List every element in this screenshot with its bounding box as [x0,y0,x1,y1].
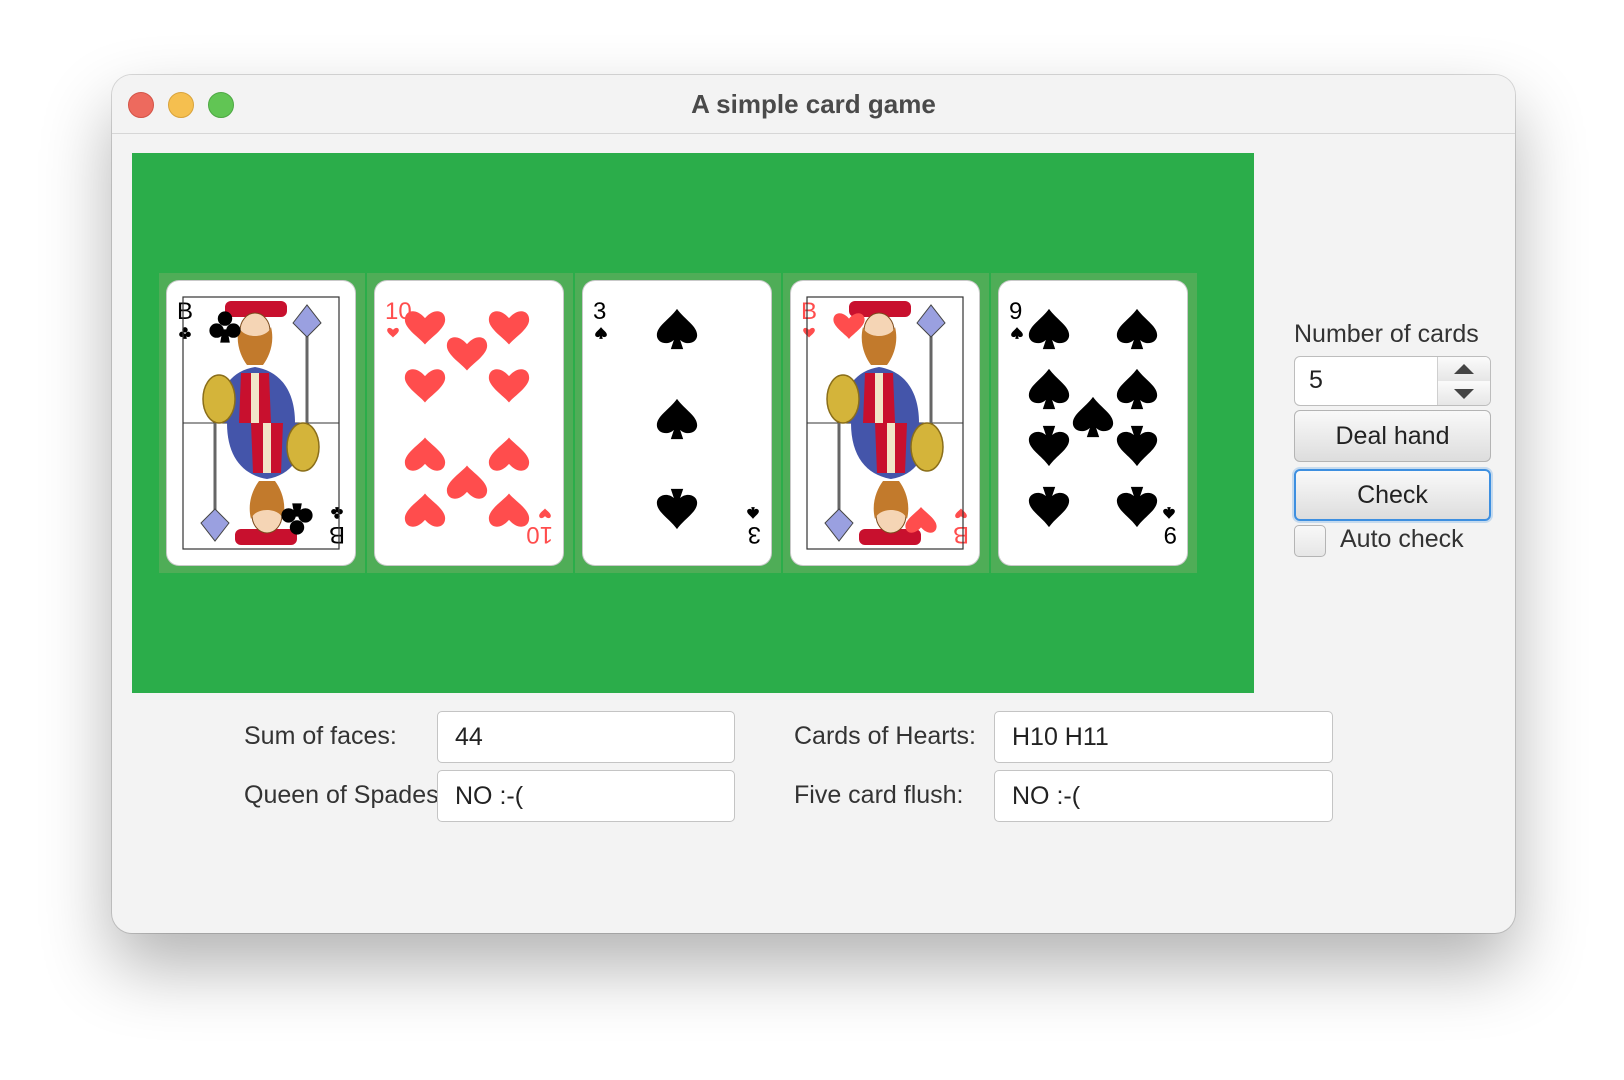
card-pip-icon [488,493,530,527]
spinner-buttons [1437,357,1490,405]
corner-suit-icon [747,507,759,519]
card-pip-icon [1116,308,1158,350]
card-pip-icon [488,437,530,471]
app-window: A simple card game BB 10 10 33 BB 99 Numb… [112,75,1515,933]
cards-of-hearts-label: Cards of Hearts: [794,722,977,750]
card-2[interactable]: 10 10 [375,281,563,565]
face-suit-icon [905,507,937,533]
card-4[interactable]: BB [791,281,979,565]
arrow-down-icon [1454,389,1474,399]
card-pip-icon [404,493,446,527]
card-rank-top: 9 [1009,298,1022,325]
card-rank-top: B [177,298,193,325]
title-bar: A simple card game [112,75,1515,134]
card-pip-icon [1028,425,1070,467]
window-title: A simple card game [691,89,936,119]
queen-of-spades-field[interactable]: NO :-( [437,770,735,822]
number-of-cards-label: Number of cards [1294,320,1479,348]
card-pip-icon [404,369,446,403]
five-card-flush-label: Five card flush: [794,781,964,809]
card-rank-bottom: 9 [1164,521,1177,548]
card-3[interactable]: 33 [583,281,771,565]
card-pip-icon [1028,308,1070,350]
auto-check-label: Auto check [1340,525,1464,553]
auto-check-checkbox[interactable] [1294,525,1326,557]
card-pip-icon [488,311,530,345]
card-rank-bottom: B [953,521,969,548]
cards-of-hearts-field[interactable]: H10 H11 [994,711,1333,763]
card-pip-icon [488,369,530,403]
card-pip-icon [656,398,698,440]
corner-suit-icon [1011,327,1023,339]
card-pip-icon [656,308,698,350]
sum-of-faces-label: Sum of faces: [244,722,397,750]
card-rank-bottom: B [329,521,345,548]
card-pip-icon [1116,486,1158,528]
card-5[interactable]: 99 [999,281,1187,565]
five-card-flush-field[interactable]: NO :-( [994,770,1333,822]
card-pip-icon [1116,425,1158,467]
deal-hand-button[interactable]: Deal hand [1294,410,1491,462]
card-pip-icon [1028,368,1070,410]
number-of-cards-spinner[interactable]: 5 [1294,356,1491,406]
card-table: BB 10 10 33 BB 99 [132,153,1254,693]
corner-suit-icon [387,327,399,338]
card-rank-bottom: 3 [748,521,761,548]
card-slot-4: BB [783,273,989,573]
corner-suit-icon [331,507,343,519]
card-pip-icon [404,311,446,345]
card-pip-icon [1116,368,1158,410]
card-pip-icon [446,465,488,499]
card-pip-icon [1028,486,1070,528]
arrow-up-icon [1454,364,1474,374]
corner-suit-icon [1163,507,1175,519]
card-slot-5: 99 [991,273,1197,573]
card-slot-1: BB [159,273,365,573]
card-rank-bottom: 10 [526,521,553,548]
check-button[interactable]: Check [1294,469,1491,521]
decrement-button[interactable] [1438,381,1490,405]
sum-of-faces-field[interactable]: 44 [437,711,735,763]
card-slot-3: 33 [575,273,781,573]
corner-suit-icon [179,327,191,339]
corner-suit-icon [955,508,967,519]
number-of-cards-value[interactable]: 5 [1309,366,1323,395]
card-pip-icon [1072,396,1114,438]
corner-suit-icon [803,327,815,338]
corner-suit-icon [595,327,607,339]
card-pip-icon [656,488,698,530]
increment-button[interactable] [1438,357,1490,382]
control-panel: Number of cards 5 Deal hand Check Auto c… [1294,320,1499,557]
card-pip-icon [446,337,488,371]
corner-suit-icon [539,508,551,519]
card-1[interactable]: BB [167,281,355,565]
card-rank-top: B [801,298,817,325]
card-slot-2: 10 10 [367,273,573,573]
face-suit-icon [833,313,865,339]
card-pip-icon [404,437,446,471]
card-rank-top: 3 [593,298,606,325]
queen-of-spades-label: Queen of Spades: [244,781,446,809]
